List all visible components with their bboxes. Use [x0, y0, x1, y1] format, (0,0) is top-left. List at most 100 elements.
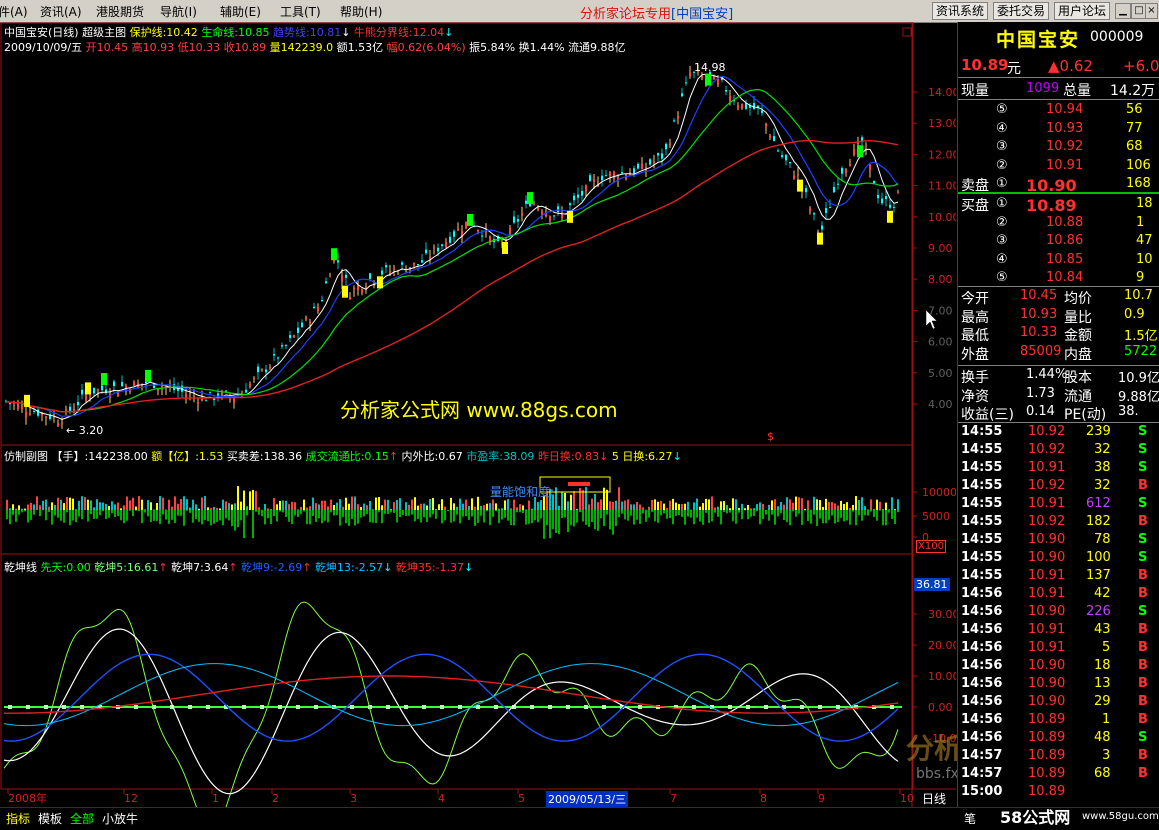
volume-bar-up	[198, 509, 200, 510]
volume-bar-down	[135, 510, 137, 511]
volume-bar-down	[174, 510, 176, 523]
volume-bar-up	[741, 504, 743, 510]
tick-volume: 1	[1102, 712, 1110, 727]
tick-time: 15:00	[961, 784, 1002, 799]
candle-body	[97, 389, 99, 390]
volume-bar-up	[228, 503, 230, 510]
volume-bar-down	[198, 510, 200, 522]
trade-button[interactable]: 委托交易	[993, 2, 1049, 20]
y-tick-label: 4.00	[928, 398, 953, 411]
menu-help[interactable]: 帮助(H)	[340, 3, 382, 20]
volume-bar-down	[558, 510, 560, 534]
trend-line-label: 趋势线:10.81	[273, 26, 341, 39]
volume-bar-up	[87, 500, 89, 510]
volume-bar-down	[612, 510, 614, 535]
candle-body	[65, 409, 67, 411]
volume-bar-up	[432, 498, 434, 510]
stat-label: 流通	[1064, 386, 1092, 406]
candle-body	[313, 307, 315, 308]
volume-bar-down	[510, 510, 512, 525]
tab-xiaofangniu[interactable]: 小放牛	[102, 810, 138, 827]
xiantian-dot	[638, 705, 642, 709]
volume-bar-up	[231, 504, 233, 510]
qk9-label: 乾坤9:-2.69	[241, 561, 302, 574]
candle-body	[193, 396, 195, 397]
volume-bar-up	[693, 502, 695, 510]
volume-bar-down	[561, 510, 563, 518]
candle-body	[421, 260, 423, 263]
minimize-icon[interactable]: ▁	[1115, 3, 1131, 19]
volume-bar-down	[327, 510, 329, 522]
volume-bar-up	[273, 498, 275, 510]
volume-bar-up	[861, 497, 863, 510]
tick-price: 10.89	[1028, 730, 1065, 745]
tick-time: 14:56	[961, 676, 1002, 691]
tick-time: 14:55	[961, 496, 1002, 511]
volume-bar-down	[615, 510, 617, 526]
tab-all[interactable]: 全部	[70, 810, 94, 827]
volume-bar-up	[234, 503, 236, 510]
candle-body	[309, 322, 311, 324]
tick-price: 10.91	[1028, 460, 1065, 475]
volume-bar-down	[603, 510, 605, 526]
buy-volume: 47	[1136, 233, 1153, 248]
menu-file[interactable]: 件(A)	[0, 3, 28, 20]
candle-body	[445, 242, 447, 247]
tick-time: 14:55	[961, 514, 1002, 529]
y-tick-label: 11.00	[928, 180, 956, 193]
volume-bar-up	[639, 505, 641, 510]
volume-bar-down	[336, 510, 338, 515]
period-label[interactable]: 日线	[922, 790, 946, 807]
volume-bar-down	[642, 510, 644, 513]
bar-high: 高10.93	[132, 41, 175, 54]
main-info-line1: 中国宝安(日线) 超级主图 保护线:10.42 生命线:10.85 趋势线:10…	[4, 24, 453, 40]
volume-bar-up	[96, 499, 98, 510]
xiantian-dot	[584, 705, 588, 709]
volume-bar-up	[864, 506, 866, 510]
candle-body	[113, 381, 115, 386]
volume-bar-up	[33, 504, 35, 510]
volume-bar-up	[774, 499, 776, 510]
candle-body	[805, 188, 807, 192]
volume-bar-down	[213, 510, 215, 524]
tick-price: 10.91	[1028, 496, 1065, 511]
close-icon[interactable]: ×	[1145, 3, 1158, 19]
chart-area[interactable]: 14.0013.0012.0011.0010.009.008.007.006.0…	[0, 22, 956, 807]
forum-button[interactable]: 用户论坛	[1054, 2, 1110, 20]
tab-indicator[interactable]: 指标	[6, 810, 30, 827]
menu-info[interactable]: 资讯(A)	[40, 3, 82, 20]
volume-bar-up	[120, 508, 122, 510]
info-system-button[interactable]: 资讯系统	[932, 2, 988, 20]
menu-navigate[interactable]: 导航(I)	[160, 3, 197, 20]
volume-bar-up	[717, 507, 719, 510]
volume-bar-down	[525, 510, 527, 525]
volume-bar-down	[105, 510, 107, 519]
volume-bar-down	[426, 510, 428, 522]
volume-bar-up	[435, 509, 437, 510]
x-tick-label: 5	[518, 792, 525, 805]
menu-assist[interactable]: 辅助(E)	[220, 3, 261, 20]
volume-bar-up	[573, 491, 575, 510]
volume-bar-down	[645, 510, 647, 522]
vol-turnover-ratio: 成交流通比:0.15	[306, 450, 389, 463]
volume-bar-down	[801, 510, 803, 525]
volume-bar-up	[813, 497, 815, 510]
tick-side: S	[1138, 460, 1147, 475]
tab-template[interactable]: 模板	[38, 810, 62, 827]
menu-hk-futures[interactable]: 港股期货	[96, 3, 144, 20]
volume-bar-down	[354, 510, 356, 525]
xiantian-dot	[890, 705, 894, 709]
volume-bar-up	[855, 496, 857, 510]
candle-body	[225, 391, 227, 392]
candle-body	[245, 390, 247, 393]
qk-panel-frame	[1, 554, 913, 789]
menu-tools[interactable]: 工具(T)	[280, 3, 321, 20]
tick-time: 14:56	[961, 622, 1002, 637]
xiantian-dot	[296, 705, 300, 709]
volume-bar-down	[15, 510, 17, 522]
volume-bar-up	[114, 504, 116, 510]
volume-bar-up	[837, 506, 839, 510]
volume-bar-up	[399, 498, 401, 510]
volume-bar-down	[339, 510, 341, 526]
candle-body	[845, 169, 847, 172]
